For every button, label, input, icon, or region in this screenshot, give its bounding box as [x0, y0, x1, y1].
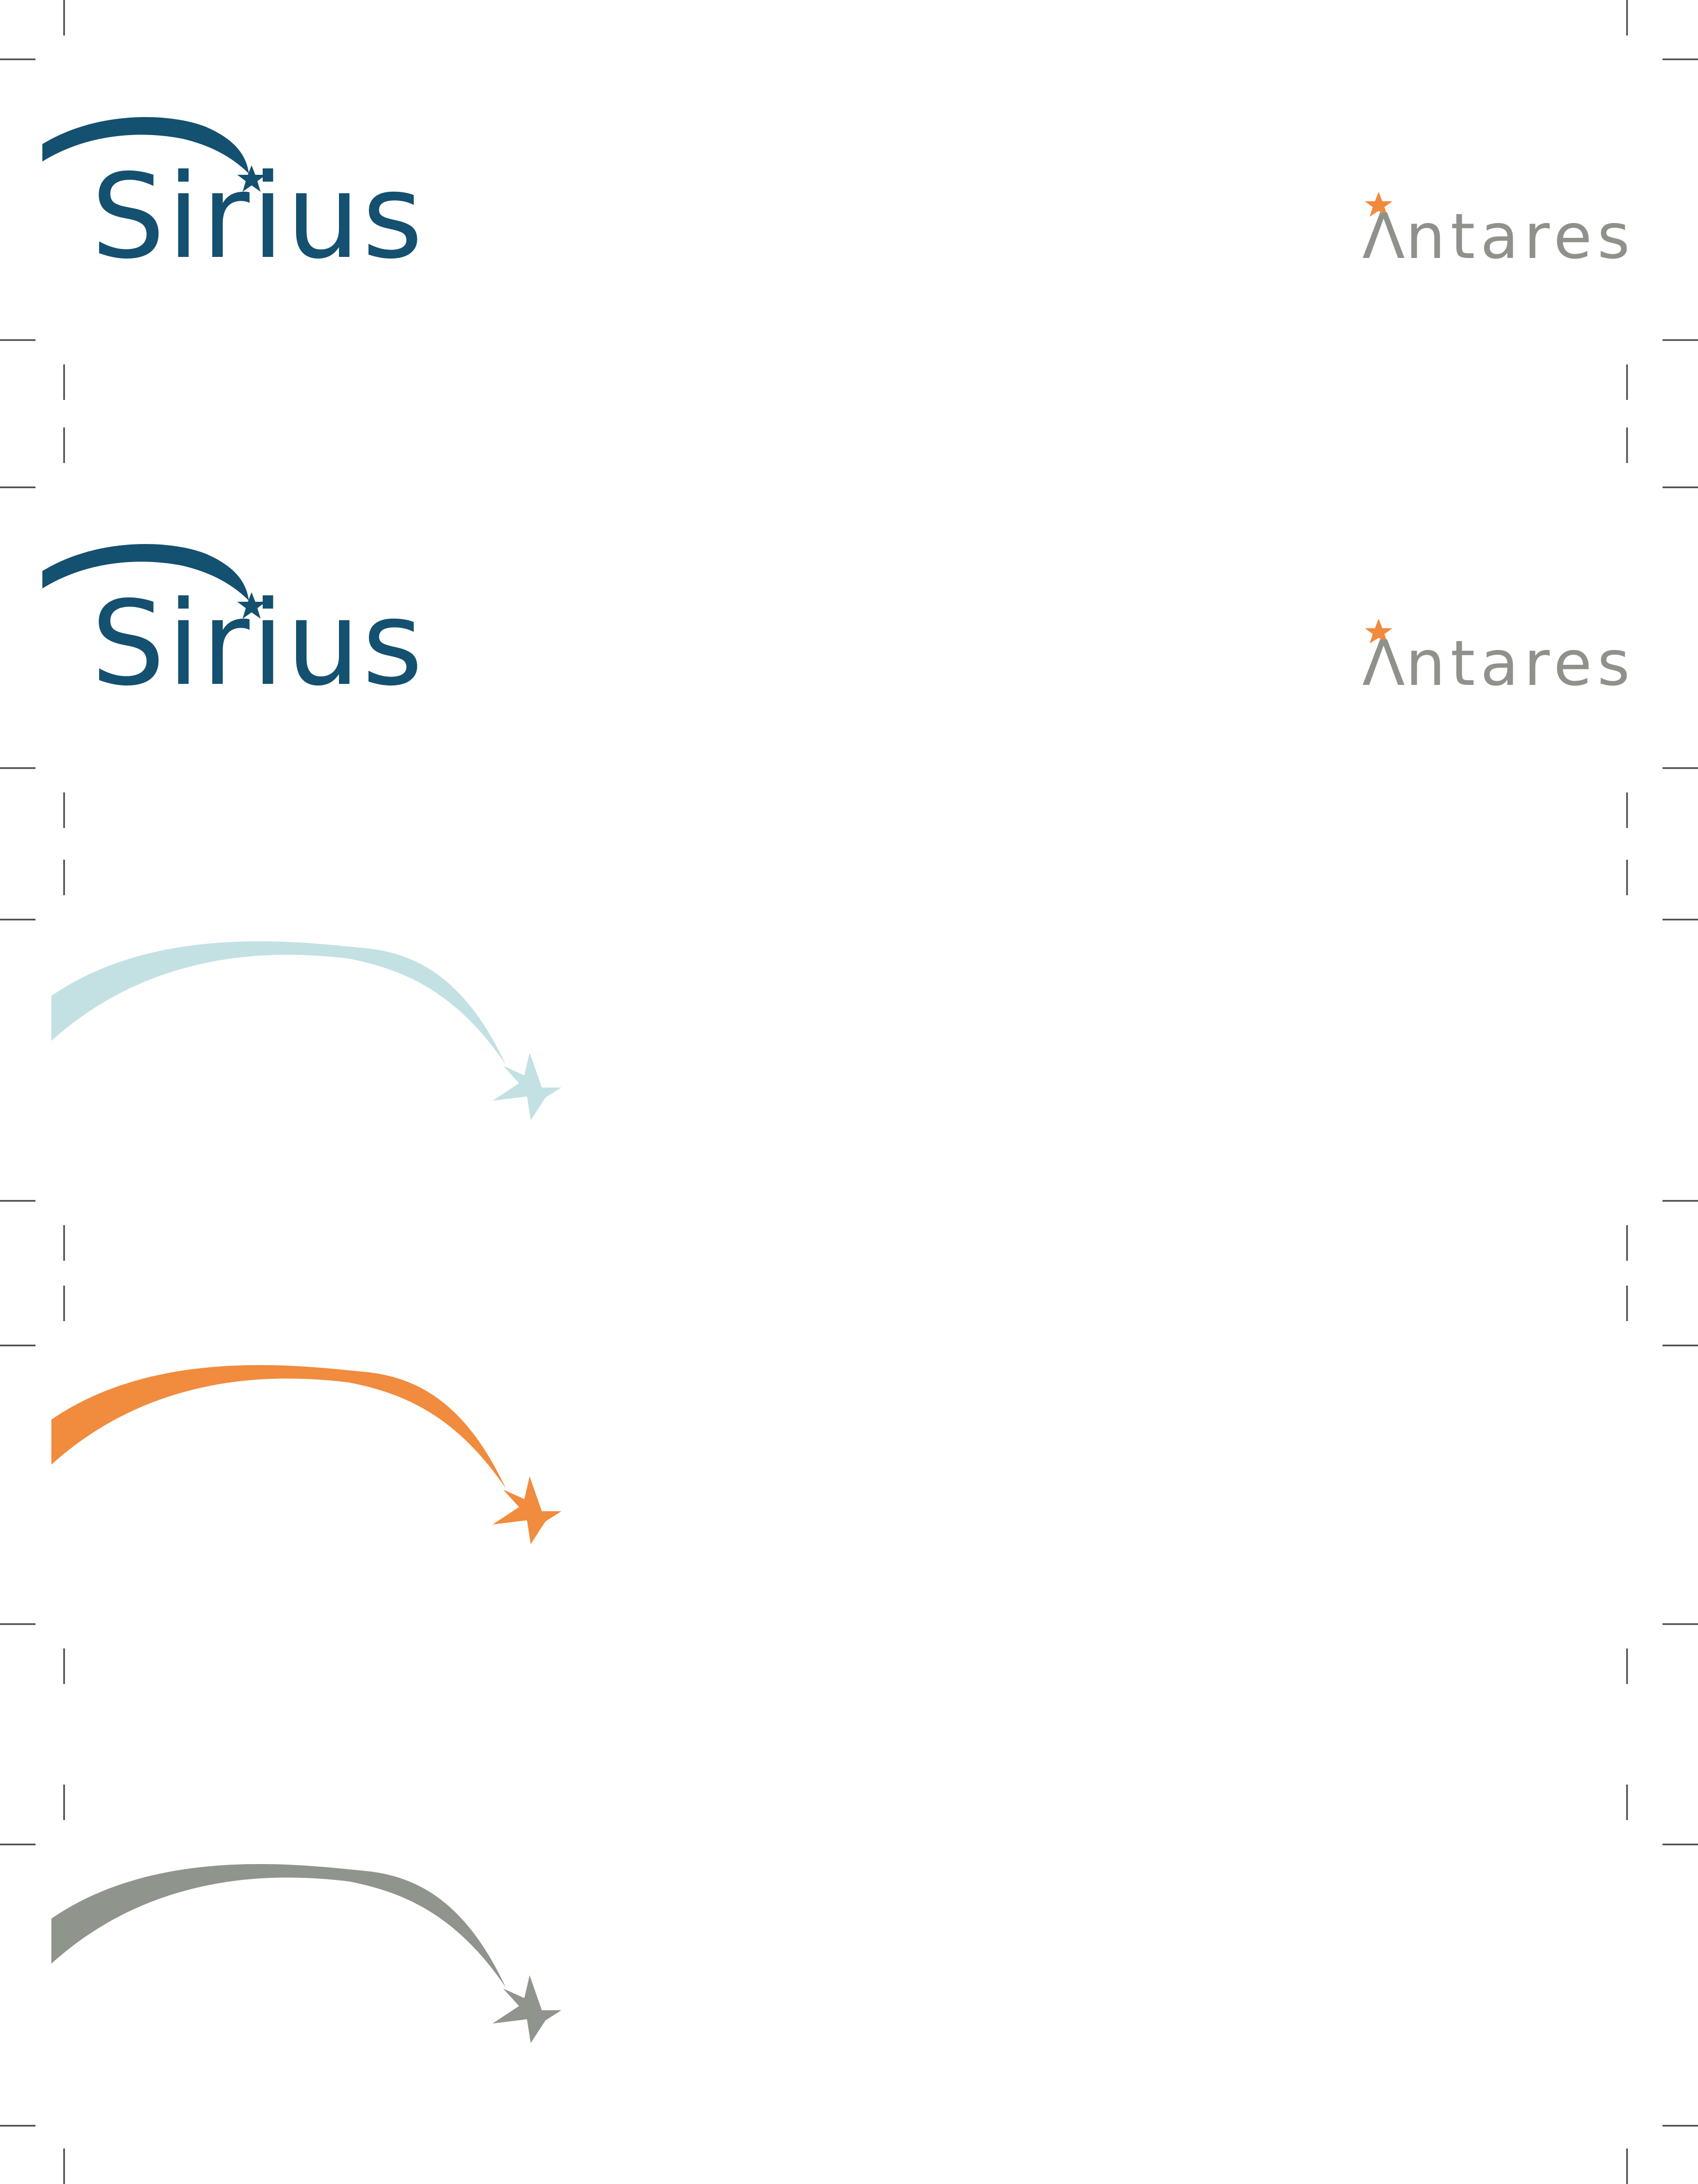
crop-marks [0, 0, 1698, 2184]
antares-wordmark: ntares [1406, 200, 1635, 273]
sirius-logo-1: Sirius [42, 117, 425, 284]
stationery-proof-sheet: Sirius Λ ntares Sirius Λ ntares [0, 0, 1698, 2184]
orange-swoosh-star-icon [51, 1365, 561, 1544]
antares-wordmark: ntares [1406, 627, 1635, 700]
antares-caret: Λ [1362, 200, 1410, 273]
sirius-wordmark: Sirius [91, 149, 425, 284]
light-blue-swoosh-star-icon [51, 941, 561, 1120]
gray-swoosh-star-icon [51, 1864, 561, 2043]
antares-caret: Λ [1362, 627, 1410, 700]
sirius-logo-2: Sirius [42, 543, 425, 711]
antares-logo-1: Λ ntares [1362, 192, 1635, 273]
sirius-wordmark: Sirius [91, 576, 425, 711]
antares-logo-2: Λ ntares [1362, 619, 1635, 700]
